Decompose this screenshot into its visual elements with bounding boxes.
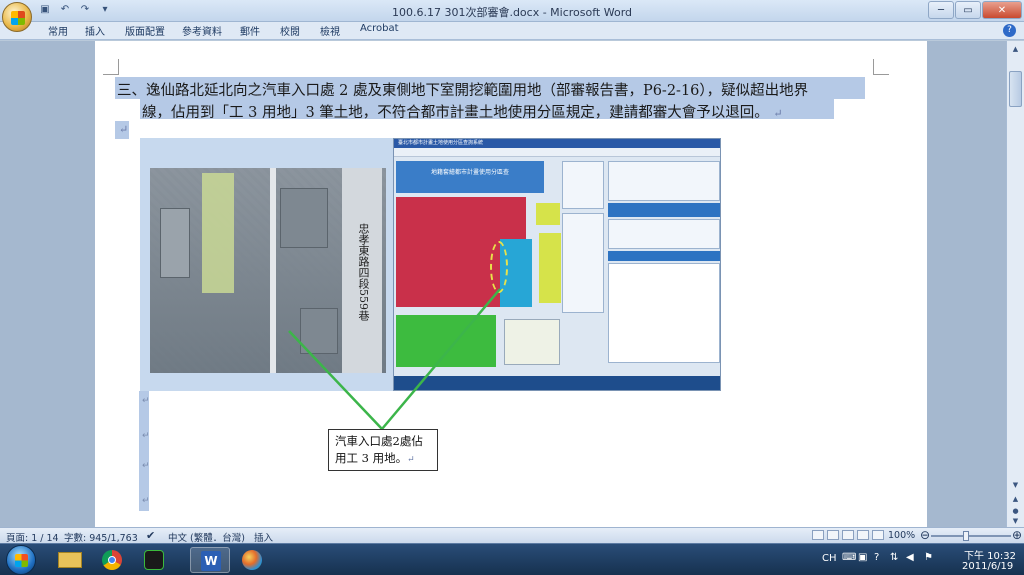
scroll-down-icon[interactable]: ▼ [1009,479,1022,491]
paragraph-mark: ↵ [142,461,150,471]
paint-taskbar-icon[interactable] [232,547,272,573]
zoom-slider-track[interactable] [931,535,1011,537]
prev-page-icon[interactable]: ▲ [1009,493,1022,505]
zoom-slider-knob[interactable] [963,531,969,541]
folder-icon [58,552,82,568]
callout-line-1: 汽車入口處2處佔 [335,434,423,448]
volume-icon[interactable]: ◀ [906,552,914,563]
tray-icon[interactable]: ▣ [858,552,867,563]
clock-date[interactable]: 2011/6/19 [962,561,1013,572]
draft-view-button[interactable] [872,530,884,540]
next-page-icon[interactable]: ▼ [1009,515,1022,527]
zoom-out-icon[interactable]: ⊖ [920,528,930,542]
network-icon[interactable]: ⇅ [890,552,898,563]
tab-view[interactable]: 檢視 [320,23,340,38]
taskbar: W CH ⌨ ▣ ? ⇅ ◀ ⚑ 下午 10:32 2011/6/19 [0,543,1024,575]
paint-icon [242,550,262,570]
tab-home[interactable]: 常用 [48,23,68,38]
tab-acrobat[interactable]: Acrobat [360,23,399,34]
tab-insert[interactable]: 插入 [85,23,105,38]
close-button[interactable]: ✕ [982,1,1022,19]
clock-time[interactable]: 下午 10:32 [964,547,1016,562]
ime-indicator[interactable]: CH [822,553,837,564]
paragraph-mark: ↵ [407,455,415,465]
callout-line-2: 用工 3 用地。↵ [335,450,437,469]
language-indicator[interactable]: 中文 (繁體．台灣) [168,530,245,544]
word-icon: W [201,551,221,571]
window-controls: ─ ▭ ✕ [928,1,1022,19]
document-page[interactable]: 三、逸仙路北延北向之汽車入口處 2 處及東側地下室開挖範圍用地（部審報告書，P6… [95,41,927,527]
start-button[interactable] [6,545,36,575]
zoom-in-icon[interactable]: ⊕ [1012,528,1022,542]
help-tray-icon[interactable]: ? [874,552,879,563]
print-layout-view-button[interactable] [812,530,824,540]
full-screen-view-button[interactable] [827,530,839,540]
tab-mailings[interactable]: 郵件 [240,23,260,38]
callout-line-2-text: 用工 3 用地。 [335,451,408,465]
insert-mode[interactable]: 插入 [254,530,273,544]
windows-logo-icon [15,554,28,567]
tab-references[interactable]: 參考資料 [182,23,222,38]
status-bar: 頁面: 1 / 14 字數: 945/1,763 ✔ 中文 (繁體．台灣) 插入… [0,527,1024,544]
page-count[interactable]: 頁面: 1 / 14 [6,530,59,544]
callout-textbox[interactable]: 汽車入口處2處佔 用工 3 用地。↵ [328,429,438,471]
outline-view-button[interactable] [857,530,869,540]
zoom-level[interactable]: 100% [888,530,915,541]
paragraph-mark: ↵ [142,431,150,441]
chrome-taskbar-icon[interactable] [92,547,132,573]
maximize-button[interactable]: ▭ [955,1,981,19]
callout-line-right [381,288,501,430]
green-app-icon [144,550,164,570]
flag-tray-icon[interactable]: ⚑ [924,552,933,563]
paragraph-mark: ↵ [142,496,150,506]
office-button[interactable] [2,2,32,32]
keyboard-icon[interactable]: ⌨ [842,552,856,563]
ribbon-tabs: 常用 插入 版面配置 參考資料 郵件 校閱 檢視 Acrobat [0,22,1024,40]
minimize-button[interactable]: ─ [928,1,954,19]
callout-arrows [288,288,501,430]
system-tray: CH ⌨ ▣ ? ⇅ ◀ ⚑ 下午 10:32 2011/6/19 [814,544,1024,575]
title-bar: ▣ ↶ ↷ ▾ 100.6.17 301次部審會.docx - Microsof… [0,0,1024,22]
proofing-icon[interactable]: ✔ [146,529,155,542]
office-logo-icon [11,11,25,25]
word-taskbar-icon[interactable]: W [190,547,230,573]
callout-line-left [288,330,383,430]
vertical-scrollbar[interactable]: ▲ ▼ ▲ ● ▼ [1006,41,1024,527]
paragraph-mark: ↵ [142,396,150,406]
word-count[interactable]: 字數: 945/1,763 [64,530,138,544]
scroll-thumb[interactable] [1009,71,1022,107]
web-layout-view-button[interactable] [842,530,854,540]
tab-review[interactable]: 校閱 [280,23,300,38]
explorer-taskbar-icon[interactable] [50,547,90,573]
app-taskbar-icon[interactable] [134,547,174,573]
help-icon[interactable]: ? [1003,24,1016,37]
scroll-up-icon[interactable]: ▲ [1009,43,1022,55]
chrome-icon [102,550,122,570]
tab-page-layout[interactable]: 版面配置 [125,23,165,38]
window-title: 100.6.17 301次部審會.docx - Microsoft Word [391,6,633,19]
